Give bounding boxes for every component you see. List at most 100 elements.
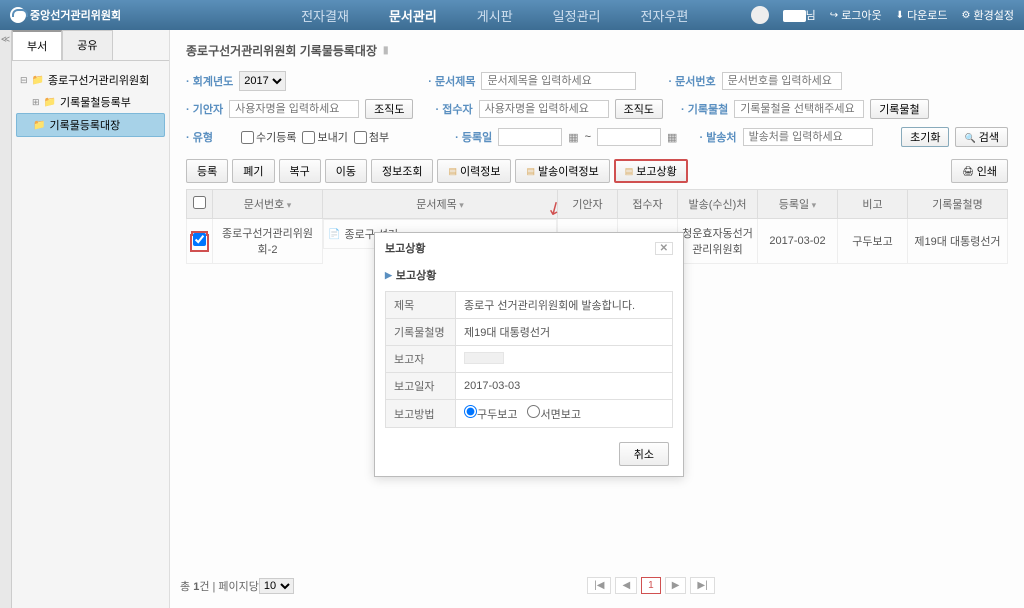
restore-button[interactable]: 복구 <box>279 159 321 183</box>
sender-label: 발송처 <box>699 129 736 145</box>
folder-icon: 📁 <box>32 75 44 86</box>
title-label: 문서제목 <box>428 73 475 89</box>
avatar-icon[interactable] <box>751 6 769 24</box>
nav-board[interactable]: 게시판 <box>477 6 513 25</box>
org-button[interactable]: 조직도 <box>365 99 413 119</box>
sendhist-icon: ▤ <box>526 166 535 177</box>
type-check-1[interactable]: 수기등록 <box>241 129 296 145</box>
file-label: 기록물철 <box>681 101 728 117</box>
cell-docno: 종로구선거관리위원회-2 <box>213 219 323 264</box>
col-title[interactable]: 문서제목 <box>323 190 558 219</box>
nav-docs[interactable]: 문서관리 <box>389 6 437 25</box>
col-file: 기록물철명 <box>908 190 1008 219</box>
header-right: 님 ↪로그아웃 ⬇다운로드 ⚙환경설정 <box>751 6 1014 24</box>
modal-subject-value: 종로구 선거관리위원회에 발송합니다. <box>456 292 673 319</box>
tree-item[interactable]: ⊞ 📁 기록물철등록부 <box>16 91 165 113</box>
expand-icon[interactable]: ⊞ <box>32 97 40 108</box>
page-current[interactable]: 1 <box>641 577 661 594</box>
date-to-input[interactable] <box>597 128 661 146</box>
filter-form: 회계년도 2017 문서제목 문서번호 기안자 조직도 접수자 조직도 기록물철 <box>186 71 1008 147</box>
history-button[interactable]: ▤이력정보 <box>437 159 511 183</box>
page-next[interactable]: ▶ <box>665 577 687 594</box>
title-input[interactable] <box>481 72 636 90</box>
reset-button[interactable]: 초기화 <box>901 127 949 147</box>
modal-reporter-label: 보고자 <box>386 346 456 373</box>
print-icon: 🖨 <box>962 166 973 177</box>
modal-reporter-value <box>456 346 673 373</box>
sidebar-tab-shared[interactable]: 공유 <box>62 30 112 60</box>
col-date[interactable]: 등록일 <box>758 190 838 219</box>
modal-subject-label: 제목 <box>386 292 456 319</box>
modal-file-label: 기록물철명 <box>386 319 456 346</box>
file-button[interactable]: 기록물철 <box>870 99 928 119</box>
logo: 중앙선거관리위원회 <box>10 7 121 23</box>
logo-text: 중앙선거관리위원회 <box>30 7 121 23</box>
modal-method-label: 보고방법 <box>386 400 456 428</box>
col-docno[interactable]: 문서번호 <box>213 190 323 219</box>
per-page-select[interactable]: 10 <box>259 578 294 594</box>
tree-item-selected[interactable]: 📁 기록물등록대장 <box>16 113 165 137</box>
username: 님 <box>783 7 815 23</box>
breadcrumb-sep-icon: ▮ <box>383 45 389 56</box>
radio-written[interactable]: 서면보고 <box>527 405 580 422</box>
calendar-icon[interactable]: ▦ <box>667 131 677 144</box>
col-recv: 접수자 <box>618 190 678 219</box>
pagination: 총 1건 | 페이지당 10 |◀ ◀ 1 ▶ ▶| <box>180 577 1008 594</box>
logout-link[interactable]: ↪로그아웃 <box>830 7 882 23</box>
author-label: 기안자 <box>186 101 223 117</box>
cell-sender: 청운효자동선거관리위원회 <box>678 219 758 264</box>
sender-input[interactable] <box>743 128 873 146</box>
nav-mail[interactable]: 전자우편 <box>641 6 689 25</box>
modal-title: 보고상황 <box>385 240 425 256</box>
download-link[interactable]: ⬇다운로드 <box>896 7 948 23</box>
nav-approval[interactable]: 전자결재 <box>301 6 349 25</box>
folder-tree: ⊟ 📁 종로구선거관리위원회 ⊞ 📁 기록물철등록부 📁 기록물등록대장 <box>12 61 169 145</box>
cell-file: 제19대 대통령선거 <box>908 219 1008 264</box>
col-author: 기안자 <box>558 190 618 219</box>
collapse-icon[interactable]: ⊟ <box>20 75 28 86</box>
date-from-input[interactable] <box>498 128 562 146</box>
print-button[interactable]: 🖨 인쇄 <box>951 159 1008 183</box>
modal-file-value: 제19대 대통령선거 <box>456 319 673 346</box>
checkall[interactable] <box>193 196 206 209</box>
sidebar: 부서 공유 ⊟ 📁 종로구선거관리위원회 ⊞ 📁 기록물철등록부 📁 기록물등록… <box>12 30 170 608</box>
close-icon[interactable]: ✕ <box>655 242 673 255</box>
page-prev[interactable]: ◀ <box>615 577 637 594</box>
dispose-button[interactable]: 폐기 <box>232 159 274 183</box>
type-check-3[interactable]: 첨부 <box>354 129 389 145</box>
radio-oral[interactable]: 구두보고 <box>464 405 517 422</box>
file-input[interactable] <box>734 100 864 118</box>
folder-icon: 📁 <box>44 97 56 108</box>
page-last[interactable]: ▶| <box>690 577 714 594</box>
sendhistory-button[interactable]: ▤발송이력정보 <box>515 159 609 183</box>
page-title: 종로구선거관리위원회 기록물등록대장 <box>186 42 377 59</box>
date-label: 등록일 <box>455 129 492 145</box>
org-button-2[interactable]: 조직도 <box>615 99 663 119</box>
year-label: 회계년도 <box>186 73 233 89</box>
year-select[interactable]: 2017 <box>239 71 286 91</box>
search-icon: 🔍 <box>964 133 975 143</box>
modal-date-value: 2017-03-03 <box>456 373 673 400</box>
report-status-modal: 보고상황 ✕ ▶ 보고상황 제목종로구 선거관리위원회에 발송합니다. 기록물철… <box>374 232 684 477</box>
settings-link[interactable]: ⚙환경설정 <box>962 7 1014 23</box>
history-icon: ▤ <box>448 166 457 177</box>
sidebar-tab-dept[interactable]: 부서 <box>12 30 62 60</box>
author-input[interactable] <box>229 100 359 118</box>
move-button[interactable]: 이동 <box>325 159 367 183</box>
cancel-button[interactable]: 취소 <box>619 442 669 466</box>
info-button[interactable]: 정보조회 <box>371 159 433 183</box>
search-button[interactable]: 🔍 검색 <box>955 127 1008 147</box>
row-checkbox[interactable] <box>193 233 206 246</box>
calendar-icon[interactable]: ▦ <box>568 131 578 144</box>
tree-root[interactable]: ⊟ 📁 종로구선거관리위원회 <box>16 69 165 91</box>
page-first[interactable]: |◀ <box>587 577 611 594</box>
docno-input[interactable] <box>722 72 842 90</box>
recv-input[interactable] <box>479 100 609 118</box>
type-check-2[interactable]: 보내기 <box>302 129 347 145</box>
col-sender: 발송(수신)처 <box>678 190 758 219</box>
register-button[interactable]: 등록 <box>186 159 228 183</box>
sidebar-toggle[interactable]: ≪ <box>0 30 12 608</box>
report-icon: ▤ <box>625 166 634 177</box>
report-status-button[interactable]: ▤보고상황 <box>614 159 688 183</box>
nav-schedule[interactable]: 일정관리 <box>553 6 601 25</box>
